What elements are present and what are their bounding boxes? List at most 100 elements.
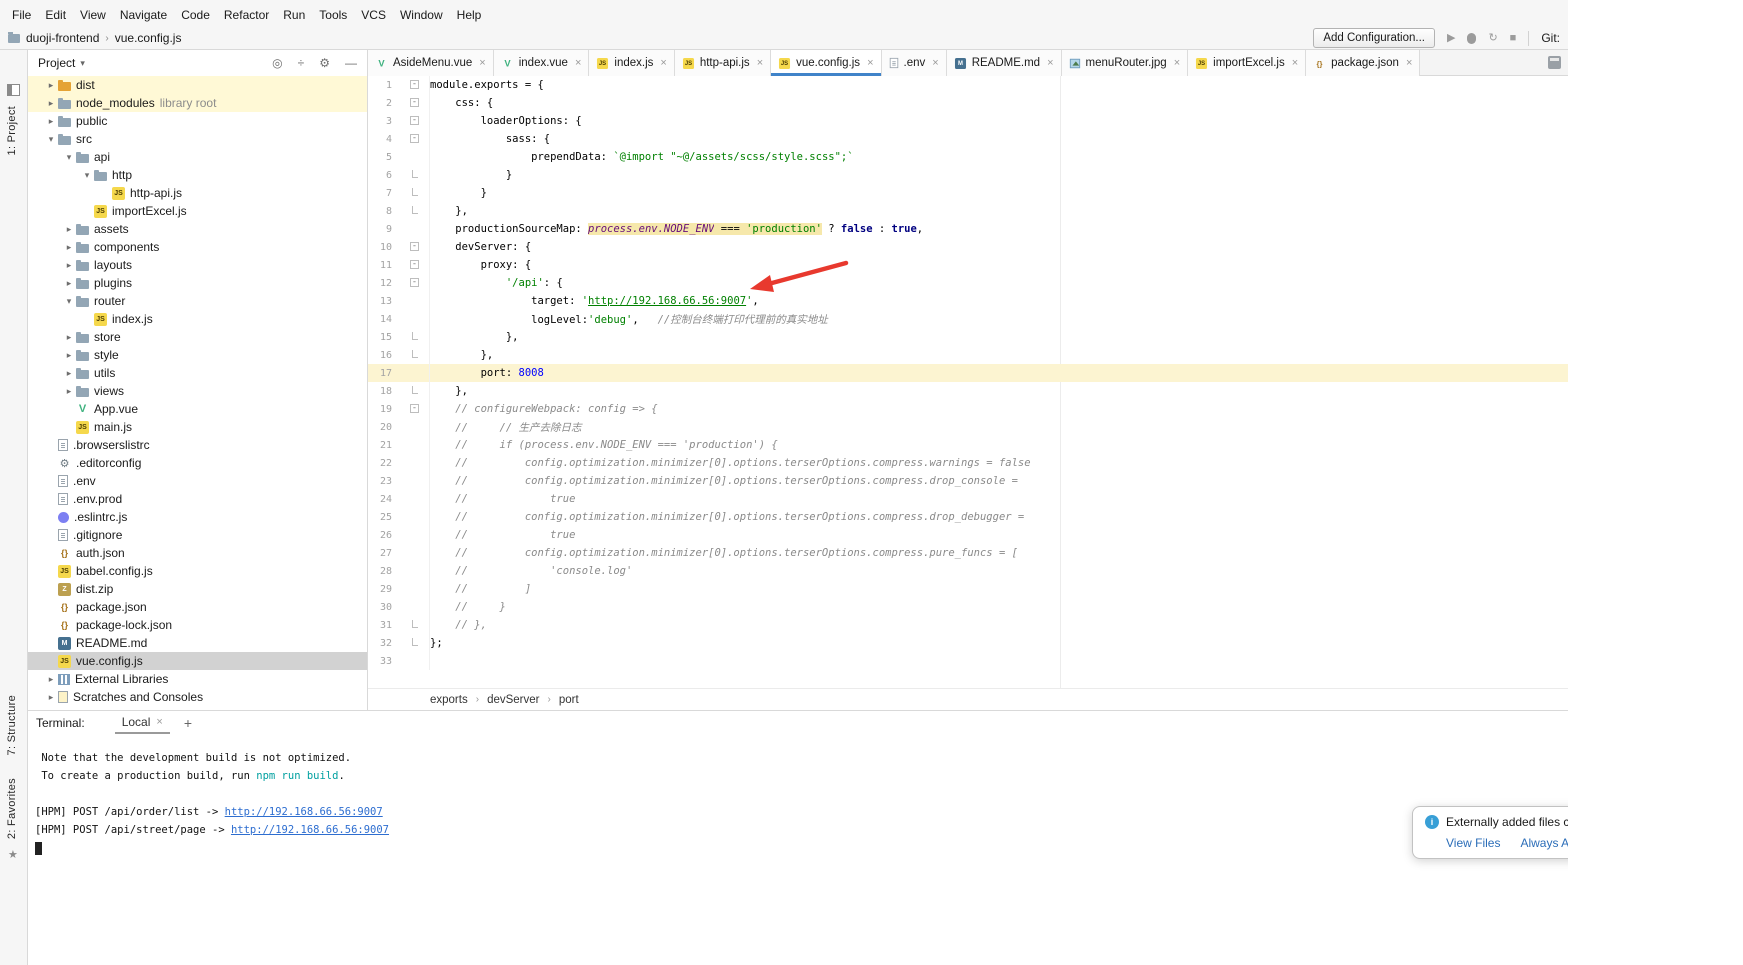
editor-line-13[interactable]: 13 target: 'http://192.168.66.56:9007', — [368, 292, 1568, 310]
tab-close-icon[interactable]: × — [932, 57, 938, 69]
editor-line-16[interactable]: 16 }, — [368, 346, 1568, 364]
chevron-right-icon[interactable]: ▸ — [44, 674, 58, 685]
menu-refactor[interactable]: Refactor — [217, 7, 276, 23]
chevron-down-icon[interactable]: ▾ — [62, 296, 76, 307]
tool-button-structure[interactable]: 7: Structure — [6, 695, 18, 755]
menu-file[interactable]: File — [5, 7, 38, 23]
tree-item-vue.config.js[interactable]: JSvue.config.js — [28, 652, 367, 670]
tree-item-style[interactable]: ▸style — [28, 346, 367, 364]
settings-gear-icon[interactable]: ⚙ — [319, 56, 330, 70]
tree-item-api[interactable]: ▾api — [28, 148, 367, 166]
tab-readme.md[interactable]: MREADME.md× — [947, 50, 1062, 76]
terminal-link[interactable]: http://192.168.66.56:9007 — [225, 806, 383, 818]
menu-code[interactable]: Code — [174, 7, 217, 23]
tree-item-dist[interactable]: ▸dist — [28, 76, 367, 94]
menu-navigate[interactable]: Navigate — [113, 7, 174, 23]
menu-help[interactable]: Help — [450, 7, 489, 23]
tree-item-external-libraries[interactable]: ▸External Libraries — [28, 670, 367, 688]
tab-http-api.js[interactable]: JShttp-api.js× — [675, 50, 771, 76]
editor-breadcrumb-port[interactable]: port — [559, 694, 579, 706]
chevron-right-icon[interactable]: ▸ — [62, 332, 76, 343]
tree-item-plugins[interactable]: ▸plugins — [28, 274, 367, 292]
editor-line-17[interactable]: 17 port: 8008 — [368, 364, 1568, 382]
tree-item-readme.md[interactable]: MREADME.md — [28, 634, 367, 652]
menu-run[interactable]: Run — [276, 7, 312, 23]
tree-item-.env[interactable]: .env — [28, 472, 367, 490]
tab-close-icon[interactable]: × — [1292, 57, 1298, 69]
editor[interactable]: 1-module.exports = {2- css: {3- loaderOp… — [368, 76, 1568, 688]
chevron-right-icon[interactable]: ▸ — [44, 692, 58, 703]
menu-tools[interactable]: Tools — [312, 7, 354, 23]
tree-item-package-lock.json[interactable]: {}package-lock.json — [28, 616, 367, 634]
editor-line-30[interactable]: 30 // } — [368, 598, 1568, 616]
chevron-down-icon[interactable]: ▾ — [80, 170, 94, 181]
tab-package.json[interactable]: {}package.json× — [1306, 50, 1420, 76]
tree-item-src[interactable]: ▾src — [28, 130, 367, 148]
editor-line-22[interactable]: 22 // config.optimization.minimizer[0].o… — [368, 454, 1568, 472]
menu-vcs[interactable]: VCS — [354, 7, 393, 23]
tree-item-layouts[interactable]: ▸layouts — [28, 256, 367, 274]
editor-line-8[interactable]: 8 }, — [368, 202, 1568, 220]
tree-item-components[interactable]: ▸components — [28, 238, 367, 256]
favorites-star-icon[interactable]: ★ — [8, 848, 18, 861]
editor-line-12[interactable]: 12- '/api': { — [368, 274, 1568, 292]
fold-collapse-icon[interactable]: - — [410, 260, 419, 269]
chevron-right-icon[interactable]: ▸ — [44, 98, 58, 109]
locate-icon[interactable]: ◎ — [272, 56, 282, 70]
add-configuration-button[interactable]: Add Configuration... — [1313, 28, 1435, 48]
editor-line-32[interactable]: 32}; — [368, 634, 1568, 652]
git-label[interactable]: Git: — [1541, 31, 1560, 45]
chevron-down-icon[interactable]: ▾ — [44, 134, 58, 145]
tab-close-icon[interactable]: × — [1047, 57, 1053, 69]
editor-line-19[interactable]: 19- // configureWebpack: config => { — [368, 400, 1568, 418]
tab-close-icon[interactable]: × — [1406, 57, 1412, 69]
tree-item-public[interactable]: ▸public — [28, 112, 367, 130]
chevron-right-icon[interactable]: ▸ — [62, 260, 76, 271]
hide-panel-icon[interactable]: ― — [345, 56, 357, 70]
tree-item-utils[interactable]: ▸utils — [28, 364, 367, 382]
editor-line-10[interactable]: 10- devServer: { — [368, 238, 1568, 256]
tab-index.vue[interactable]: Vindex.vue× — [494, 50, 590, 76]
tree-item-.browserslistrc[interactable]: .browserslistrc — [28, 436, 367, 454]
tree-item-main.js[interactable]: JSmain.js — [28, 418, 367, 436]
editor-breadcrumb-exports[interactable]: exports — [430, 694, 468, 706]
editor-line-26[interactable]: 26 // true — [368, 526, 1568, 544]
editor-line-4[interactable]: 4- sass: { — [368, 130, 1568, 148]
terminal-tab-close-icon[interactable]: × — [156, 716, 162, 728]
menu-edit[interactable]: Edit — [38, 7, 73, 23]
tree-item-http-api.js[interactable]: JShttp-api.js — [28, 184, 367, 202]
fold-collapse-icon[interactable]: - — [410, 242, 419, 251]
editor-line-33[interactable]: 33 — [368, 652, 1568, 670]
editor-line-3[interactable]: 3- loaderOptions: { — [368, 112, 1568, 130]
tab-.env[interactable]: .env× — [882, 50, 947, 76]
tree-item-router[interactable]: ▾router — [28, 292, 367, 310]
menu-window[interactable]: Window — [393, 7, 450, 23]
editor-line-21[interactable]: 21 // if (process.env.NODE_ENV === 'prod… — [368, 436, 1568, 454]
tree-item-.eslintrc.js[interactable]: .eslintrc.js — [28, 508, 367, 526]
terminal-add-icon[interactable]: + — [184, 715, 192, 731]
editor-line-2[interactable]: 2- css: { — [368, 94, 1568, 112]
fold-collapse-icon[interactable]: - — [410, 116, 419, 125]
tree-item-.env.prod[interactable]: .env.prod — [28, 490, 367, 508]
tree-item-scratches-and-consoles[interactable]: ▸Scratches and Consoles — [28, 688, 367, 706]
tab-index.js[interactable]: JSindex.js× — [589, 50, 674, 76]
editor-line-29[interactable]: 29 // ] — [368, 580, 1568, 598]
collapse-all-icon[interactable]: ÷ — [298, 56, 305, 70]
tree-item-store[interactable]: ▸store — [28, 328, 367, 346]
editor-line-11[interactable]: 11- proxy: { — [368, 256, 1568, 274]
tree-item-node-modules[interactable]: ▸node_moduleslibrary root — [28, 94, 367, 112]
tab-close-icon[interactable]: × — [479, 57, 485, 69]
tree-item-dist.zip[interactable]: Zdist.zip — [28, 580, 367, 598]
view-files-link[interactable]: View Files — [1446, 836, 1500, 850]
project-caret-icon[interactable]: ▾ — [80, 58, 85, 69]
chevron-right-icon[interactable]: ▸ — [44, 80, 58, 91]
tab-vue.config.js[interactable]: JSvue.config.js× — [771, 50, 881, 76]
chevron-right-icon[interactable]: ▸ — [62, 278, 76, 289]
editor-breadcrumb-devserver[interactable]: devServer — [487, 694, 539, 706]
chevron-right-icon[interactable]: ▸ — [62, 350, 76, 361]
tree-item-importexcel.js[interactable]: JSimportExcel.js — [28, 202, 367, 220]
stop-icon[interactable]: ■ — [1510, 33, 1517, 44]
editor-line-31[interactable]: 31 // }, — [368, 616, 1568, 634]
chevron-right-icon[interactable]: ▸ — [62, 386, 76, 397]
editor-line-20[interactable]: 20 // // 生产去除日志 — [368, 418, 1568, 436]
